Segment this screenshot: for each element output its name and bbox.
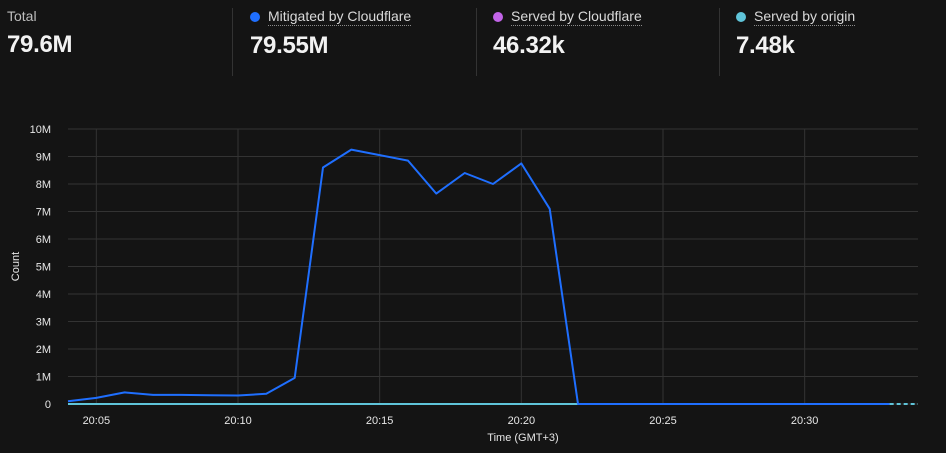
y-tick-label: 1M [36,372,51,384]
traffic-line-chart[interactable]: 0 1M 2M 3M 4M 5M 6M 7M 8M 9M 10M 20:05 20:10 20:15 20:… [0,110,946,453]
stat-served-origin[interactable]: Served by origin 7.48k [736,8,856,78]
stat-divider [476,8,477,76]
y-tick-label: 3M [36,317,51,329]
stat-mitigated-value: 79.55M [250,32,329,59]
x-tick-label: 20:30 [791,415,819,427]
y-tick-label: 4M [36,289,51,301]
stat-mitigated-label[interactable]: Mitigated by Cloudflare [268,8,412,26]
x-axis-label: Time (GMT+3) [487,432,558,444]
summary-stats: Total 79.6M Mitigated by Cloudflare 79.5… [0,0,946,80]
x-tick-label: 20:10 [224,415,252,427]
legend-dot-mitigated [250,12,260,22]
series-line-mitigated-by-cloudflare [67,148,890,405]
stat-total-value: 79.6M [7,31,73,58]
y-tick-label: 10M [30,124,51,136]
stat-total-label: Total [7,8,37,24]
stat-divider [232,8,233,76]
x-tick-label: 20:05 [83,415,111,427]
x-tick-label: 20:25 [649,415,677,427]
x-tick-label: 20:20 [508,415,536,427]
stat-served-cloudflare[interactable]: Served by Cloudflare 46.32k [493,8,642,78]
stat-divider [719,8,720,76]
stat-served-origin-label[interactable]: Served by origin [754,8,856,26]
y-tick-label: 0 [45,399,51,411]
y-tick-label: 2M [36,344,51,356]
stat-mitigated[interactable]: Mitigated by Cloudflare 79.55M [250,8,412,78]
y-axis-label: Count [10,252,22,281]
x-tick-label: 20:15 [366,415,394,427]
y-tick-label: 7M [36,207,51,219]
y-tick-label: 9M [36,152,51,164]
legend-dot-served-cloudflare [493,12,503,22]
y-tick-label: 5M [36,262,51,274]
stat-served-cloudflare-label[interactable]: Served by Cloudflare [511,8,642,26]
stat-served-origin-value: 7.48k [736,32,795,59]
stat-total: Total 79.6M [7,8,73,78]
y-tick-label: 6M [36,234,51,246]
legend-dot-served-origin [736,12,746,22]
stat-served-cloudflare-value: 46.32k [493,32,565,59]
y-tick-label: 8M [36,179,51,191]
